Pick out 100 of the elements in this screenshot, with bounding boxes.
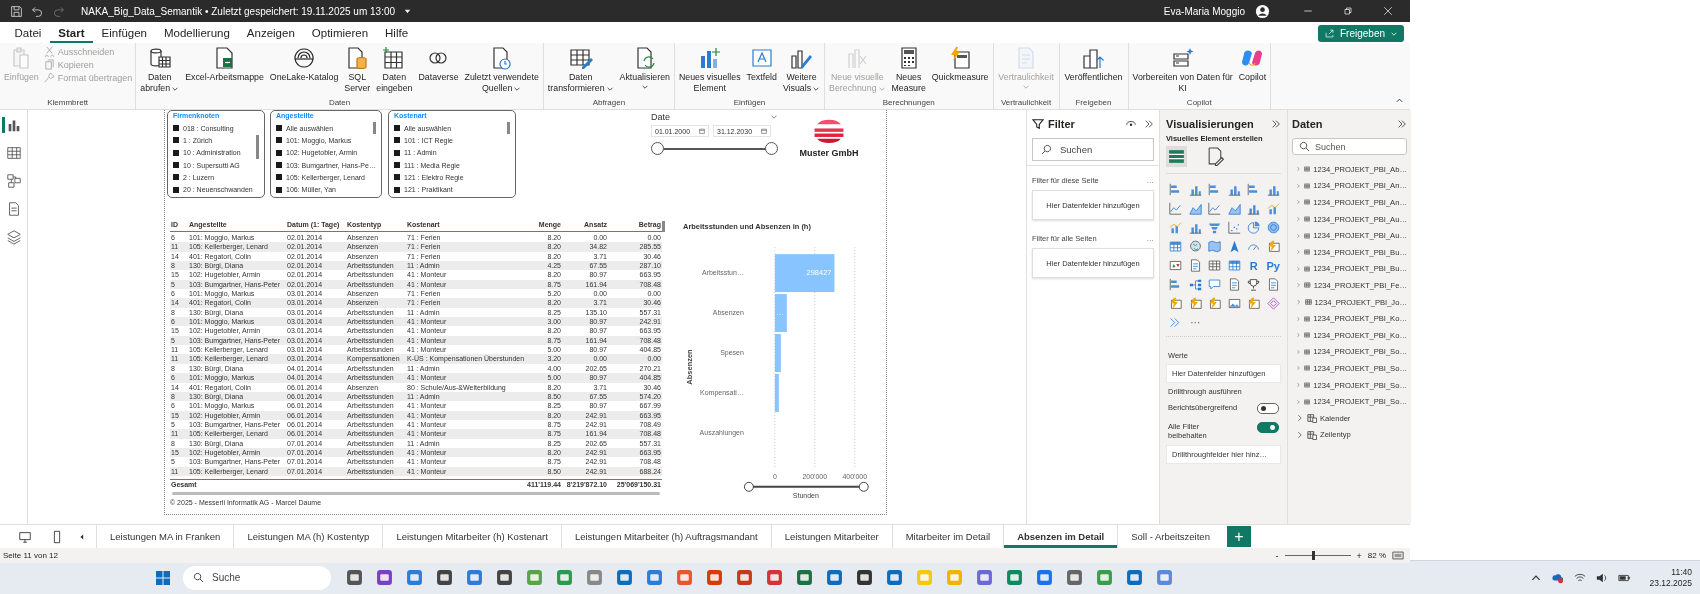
ribbon-button[interactable]: Daten abrufen [139, 46, 181, 94]
fit-page-icon[interactable] [1392, 551, 1404, 560]
checkbox[interactable] [394, 174, 400, 181]
app-icon[interactable] [615, 569, 633, 586]
checkbox[interactable] [173, 137, 179, 144]
ribbon-button[interactable]: Vorbereiten von Daten für KI [1131, 46, 1234, 94]
ribbon-button[interactable]: Textfeld [745, 46, 778, 83]
app-icon[interactable] [375, 569, 393, 586]
document-icon[interactable] [1266, 278, 1280, 291]
app-icon[interactable] [1065, 569, 1083, 586]
desktop-icon[interactable] [18, 529, 32, 544]
search-field[interactable]: Suchen [1292, 138, 1407, 155]
search-field[interactable]: Suche [183, 565, 331, 590]
column-chart-icon[interactable] [1247, 202, 1261, 215]
checkbox[interactable] [394, 162, 400, 169]
checkbox[interactable] [173, 149, 179, 156]
ribbon-button[interactable]: Daten eingeben [375, 46, 414, 94]
scrollbar[interactable] [256, 135, 259, 159]
cloud-icon[interactable] [1552, 571, 1565, 584]
clock-time[interactable]: 11:40 [1671, 566, 1692, 578]
matrix-icon[interactable] [1227, 259, 1241, 272]
app-icon[interactable] [495, 569, 513, 586]
add-page-button[interactable]: + [1226, 526, 1251, 547]
column-chart-icon[interactable] [1266, 183, 1280, 196]
globe-icon[interactable] [1188, 240, 1202, 253]
matrix-icon[interactable] [1169, 240, 1183, 253]
save-icon[interactable] [10, 4, 23, 18]
image-icon[interactable] [1227, 297, 1241, 310]
checkbox[interactable] [276, 162, 282, 169]
chevrons-icon[interactable] [1397, 119, 1407, 129]
checkbox[interactable] [394, 149, 400, 156]
ribbon-button[interactable]: Aktualisieren [618, 46, 671, 91]
area-chart-icon[interactable] [1188, 202, 1202, 215]
column-chart-icon[interactable] [1227, 183, 1241, 196]
document-icon[interactable] [1227, 278, 1241, 291]
share-button[interactable]: Freigeben [1317, 25, 1404, 42]
funnel-icon[interactable] [1208, 221, 1222, 234]
donut-chart-icon[interactable] [1266, 221, 1280, 234]
scrollbar[interactable] [373, 122, 376, 134]
eye-icon[interactable] [1126, 119, 1136, 129]
ribbon-button[interactable]: Dataverse [417, 46, 460, 83]
checkbox[interactable] [394, 137, 400, 144]
table-icon[interactable] [1208, 259, 1222, 272]
ribbon-button[interactable]: Neues visuelles Element [677, 46, 742, 94]
checkbox[interactable] [173, 186, 179, 193]
scrollbar[interactable] [507, 122, 510, 134]
script-visual-icon[interactable]: R [1249, 259, 1258, 272]
app-icon[interactable] [345, 569, 363, 586]
app-icon[interactable] [1125, 569, 1143, 586]
app-icon[interactable] [825, 569, 843, 586]
checkbox[interactable] [394, 186, 400, 193]
checkbox[interactable] [173, 162, 179, 169]
chevrons-icon[interactable] [1271, 119, 1281, 129]
menu-tab[interactable]: Optimieren [303, 22, 377, 43]
script-visual-icon[interactable]: Py [1266, 259, 1280, 272]
redo-icon[interactable] [52, 4, 65, 18]
pie-chart-icon[interactable] [1247, 221, 1261, 234]
document-icon[interactable] [1188, 259, 1202, 272]
model-icon[interactable] [4, 172, 23, 190]
checkbox[interactable] [276, 149, 282, 156]
ribbon-button[interactable]: Daten transformieren [546, 46, 615, 94]
menu-tab[interactable]: Modellierung [155, 22, 239, 43]
trophy-icon[interactable] [1247, 278, 1261, 291]
table-icon[interactable] [4, 144, 23, 162]
column-chart-icon[interactable] [1188, 221, 1202, 234]
speech-bubble-icon[interactable] [1208, 278, 1222, 291]
page-tab[interactable]: Absenzen im Detail [1003, 525, 1118, 548]
table-icon[interactable] [1166, 146, 1187, 167]
checkbox[interactable] [173, 125, 179, 132]
avatar-icon[interactable] [1255, 3, 1270, 19]
left-arrow-icon[interactable] [78, 532, 86, 541]
checkbox[interactable] [276, 137, 282, 144]
lightning-icon[interactable] [1208, 297, 1222, 310]
ribbon-button[interactable]: OneLake-Katalog [268, 46, 340, 83]
ribbon-button[interactable]: Neues Measure [890, 46, 927, 94]
menu-tab[interactable]: Anzeigen [238, 22, 304, 43]
ribbon-button[interactable]: Veröffentlichen [1063, 46, 1124, 83]
ribbon-button[interactable]: Zuletzt verwendete Quellen [463, 46, 540, 94]
menu-tab[interactable]: Datei [6, 22, 50, 43]
line-chart-icon[interactable] [1169, 202, 1183, 215]
clock-date[interactable]: 23.12.2025 [1649, 577, 1692, 589]
checkbox[interactable] [394, 125, 400, 132]
line-chart-icon[interactable] [1208, 202, 1222, 215]
start-icon[interactable] [155, 569, 171, 586]
chevrons-icon[interactable] [1144, 119, 1154, 129]
app-icon[interactable] [855, 569, 873, 586]
more-visuals[interactable]: ··· [1190, 317, 1201, 328]
lightning-icon[interactable] [1169, 297, 1183, 310]
combo-chart-icon[interactable] [1169, 221, 1183, 234]
range-slider[interactable] [744, 481, 869, 492]
map-icon[interactable] [1208, 240, 1222, 253]
chevron-icon[interactable] [770, 113, 778, 121]
ribbon-button[interactable]: SQL Server [343, 46, 372, 94]
search-field[interactable]: Suchen [1032, 138, 1154, 161]
scrollbar[interactable] [662, 221, 666, 232]
toggle-switch[interactable] [1257, 422, 1279, 433]
ribbon-button[interactable]: Quickmeasure [930, 46, 990, 83]
toggle-switch[interactable] [1257, 403, 1279, 414]
lightning-icon[interactable] [1247, 297, 1261, 310]
restore-icon[interactable] [1342, 5, 1354, 17]
